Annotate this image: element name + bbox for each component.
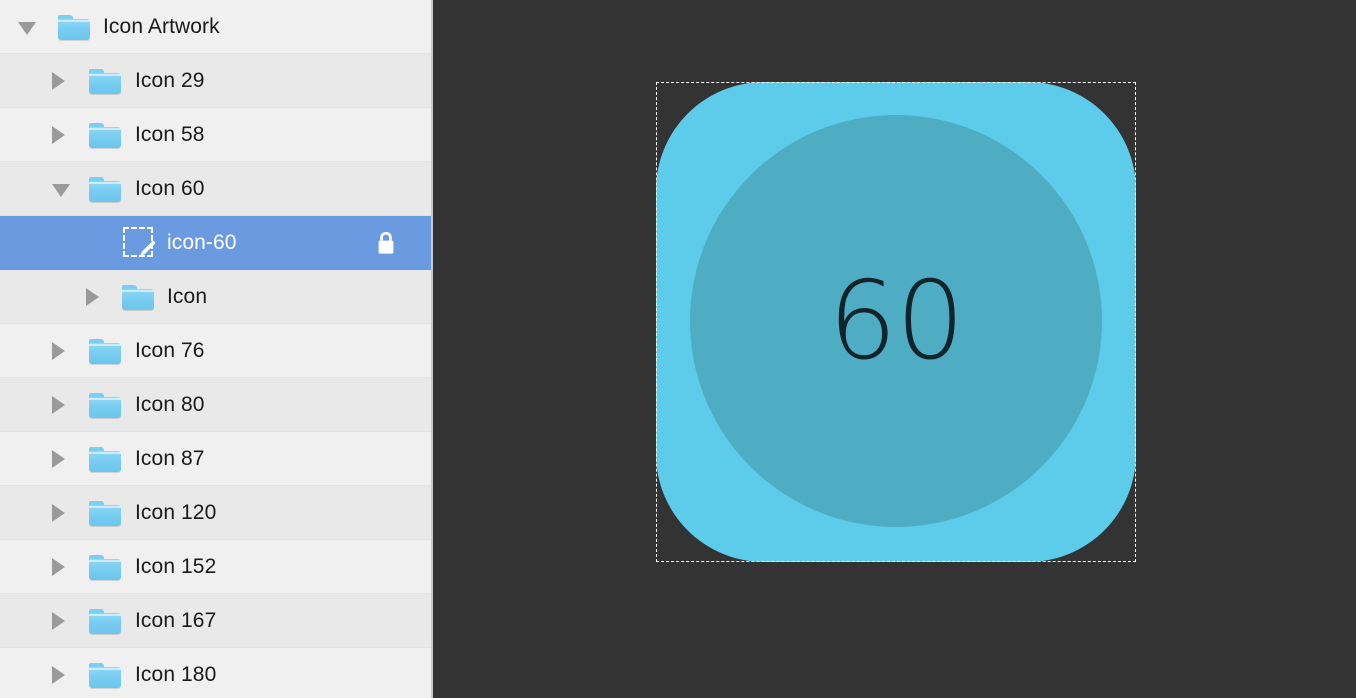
outline-row[interactable]: Icon 180 xyxy=(0,648,431,698)
chevron-right-icon[interactable] xyxy=(86,288,99,306)
outline-row-label: Icon 76 xyxy=(135,338,205,362)
outline-row-label: Icon 152 xyxy=(135,554,217,578)
folder-icon xyxy=(89,339,121,364)
chevron-right-icon[interactable] xyxy=(52,612,65,630)
outline-row-label: Icon xyxy=(167,284,208,308)
outline-row-label: Icon 120 xyxy=(135,500,217,524)
layer-outline-sidebar[interactable]: Icon Artwork Icon 29 Icon 58 Icon 60 icon-60… xyxy=(0,0,433,698)
chevron-right-icon[interactable] xyxy=(52,558,65,576)
outline-row[interactable]: Icon 76 xyxy=(0,324,431,378)
outline-row[interactable]: Icon 152 xyxy=(0,540,431,594)
chevron-down-icon[interactable] xyxy=(18,22,36,35)
chevron-right-icon[interactable] xyxy=(52,666,65,684)
folder-icon xyxy=(122,285,154,310)
outline-row[interactable]: Icon Artwork xyxy=(0,0,431,54)
folder-icon xyxy=(89,447,121,472)
outline-row-label: icon-60 xyxy=(167,230,237,254)
outline-row[interactable]: Icon 29 xyxy=(0,54,431,108)
folder-icon xyxy=(89,609,121,634)
chevron-right-icon[interactable] xyxy=(52,342,65,360)
folder-icon xyxy=(89,501,121,526)
chevron-right-icon[interactable] xyxy=(52,396,65,414)
app-window: Icon Artwork Icon 29 Icon 58 Icon 60 icon-60… xyxy=(0,0,1356,698)
outline-row-label: Icon 58 xyxy=(135,122,205,146)
outline-row-label: Icon 80 xyxy=(135,392,205,416)
folder-icon xyxy=(89,555,121,580)
chevron-right-icon[interactable] xyxy=(52,72,65,90)
outline-row[interactable]: Icon xyxy=(0,270,431,324)
outline-row[interactable]: icon-60 xyxy=(0,216,431,270)
folder-icon xyxy=(58,15,90,40)
folder-icon xyxy=(89,663,121,688)
outline-row[interactable]: Icon 80 xyxy=(0,378,431,432)
folder-icon xyxy=(89,177,121,202)
outline-row[interactable]: Icon 120 xyxy=(0,486,431,540)
chevron-right-icon[interactable] xyxy=(52,504,65,522)
outline-row-label: Icon 87 xyxy=(135,446,205,470)
outline-row-label: Icon 60 xyxy=(135,176,205,200)
outline-row[interactable]: Icon 60 xyxy=(0,162,431,216)
chevron-down-icon[interactable] xyxy=(52,184,70,197)
artboard-icon xyxy=(122,226,156,260)
artboard-icon-60[interactable]: 60 xyxy=(656,82,1136,562)
outline-row[interactable]: Icon 58 xyxy=(0,108,431,162)
lock-closed-icon[interactable] xyxy=(376,231,396,255)
chevron-right-icon[interactable] xyxy=(52,126,65,144)
outline-row-label: Icon Artwork xyxy=(103,14,220,38)
folder-icon xyxy=(89,393,121,418)
outline-row-label: Icon 180 xyxy=(135,662,217,686)
outline-row-label: Icon 29 xyxy=(135,68,205,92)
folder-icon xyxy=(89,123,121,148)
folder-icon xyxy=(89,69,121,94)
outline-row[interactable]: Icon 87 xyxy=(0,432,431,486)
artwork-number-label: 60 xyxy=(828,259,964,384)
outline-row-label: Icon 167 xyxy=(135,608,217,632)
design-canvas[interactable]: 60 xyxy=(433,0,1356,698)
outline-row[interactable]: Icon 167 xyxy=(0,594,431,648)
chevron-right-icon[interactable] xyxy=(52,450,65,468)
